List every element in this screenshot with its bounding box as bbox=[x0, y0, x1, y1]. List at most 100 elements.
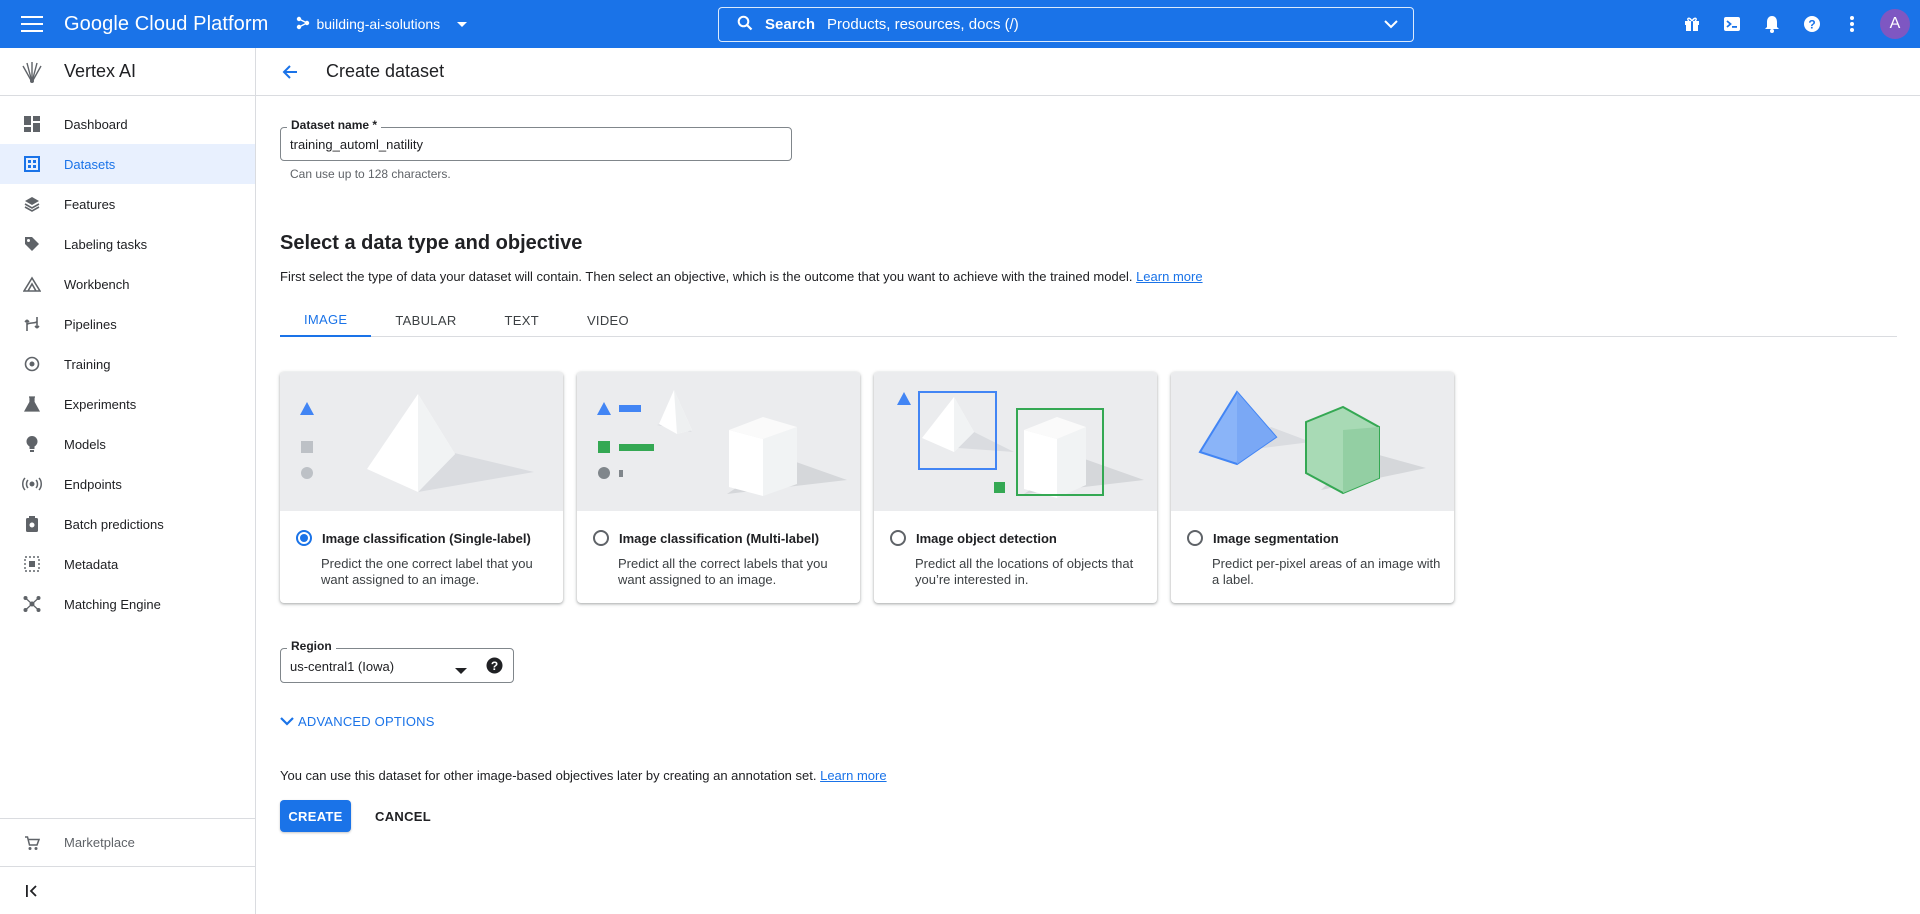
sidebar-item-features[interactable]: Features bbox=[0, 184, 255, 224]
sidebar-item-marketplace[interactable]: Marketplace bbox=[0, 818, 255, 866]
section-title: Select a data type and objective bbox=[280, 232, 583, 254]
tab-text[interactable]: TEXT bbox=[481, 303, 563, 337]
region-select[interactable]: Region us-central1 (Iowa) ? bbox=[280, 639, 514, 683]
sidebar-item-label: Workbench bbox=[64, 276, 130, 292]
radio-segmentation[interactable] bbox=[1187, 530, 1203, 546]
radio-multi-label[interactable] bbox=[593, 530, 609, 546]
gift-icon[interactable] bbox=[1672, 4, 1712, 44]
page-title: Create dataset bbox=[326, 61, 445, 81]
form-actions: CREATE CANCEL bbox=[280, 800, 443, 832]
section-description-text: First select the type of data your datas… bbox=[280, 269, 1133, 284]
radio-single-label[interactable] bbox=[296, 530, 312, 546]
flask-icon bbox=[0, 396, 64, 412]
back-arrow-icon[interactable] bbox=[262, 64, 318, 80]
sidebar-item-batch-predictions[interactable]: Batch predictions bbox=[0, 504, 255, 544]
sidebar-item-endpoints[interactable]: Endpoints bbox=[0, 464, 255, 504]
matching-engine-icon bbox=[0, 595, 64, 613]
objective-card-object-detection[interactable]: Image object detection Predict all the l… bbox=[874, 372, 1157, 603]
region-value: us-central1 (Iowa) bbox=[290, 659, 395, 674]
sidebar-item-pipelines[interactable]: Pipelines bbox=[0, 304, 255, 344]
objective-card-single-label[interactable]: Image classification (Single-label) Pred… bbox=[280, 372, 563, 603]
tab-image[interactable]: IMAGE bbox=[280, 303, 372, 337]
sidebar-item-label: Batch predictions bbox=[64, 516, 164, 532]
objective-card-segmentation[interactable]: Image segmentation Predict per-pixel are… bbox=[1171, 372, 1454, 603]
sidebar-item-label: Metadata bbox=[64, 556, 119, 572]
workbench-icon bbox=[0, 276, 64, 292]
cloud-shell-icon[interactable] bbox=[1712, 4, 1752, 44]
nav-list: Dashboard Datasets Features Labeling tas… bbox=[0, 96, 255, 624]
cancel-button[interactable]: CANCEL bbox=[363, 800, 443, 832]
collapse-left-icon bbox=[0, 884, 64, 897]
objective-option[interactable]: Image classification (Single-label) bbox=[296, 530, 531, 546]
dataset-name-value: training_automl_natility bbox=[290, 137, 423, 152]
objective-title: Image classification (Multi-label) bbox=[619, 530, 820, 546]
objective-cards: Image classification (Single-label) Pred… bbox=[280, 372, 1454, 603]
tab-video[interactable]: VIDEO bbox=[563, 303, 653, 337]
objective-title: Image segmentation bbox=[1213, 530, 1339, 546]
objective-card-multi-label[interactable]: Image classification (Multi-label) Predi… bbox=[577, 372, 860, 603]
dataset-name-hint: Can use up to 128 characters. bbox=[290, 167, 451, 181]
sidebar-item-label: Features bbox=[64, 196, 116, 212]
search-placeholder: Products, resources, docs (/) bbox=[827, 16, 1019, 33]
endpoints-icon bbox=[0, 477, 64, 491]
project-icon bbox=[296, 16, 310, 33]
sidebar-item-label: Labeling tasks bbox=[64, 236, 148, 252]
search-icon bbox=[737, 15, 753, 34]
annotation-note: You can use this dataset for other image… bbox=[280, 768, 887, 783]
data-type-tabs: IMAGE TABULAR TEXT VIDEO bbox=[280, 303, 1897, 337]
more-vert-icon[interactable] bbox=[1832, 4, 1872, 44]
product-header: Vertex AI bbox=[0, 48, 255, 96]
batch-icon bbox=[0, 515, 64, 533]
account-avatar[interactable]: A bbox=[1880, 9, 1910, 39]
sidebar-item-label: Models bbox=[64, 436, 106, 452]
brand-title[interactable]: Google Cloud Platform bbox=[64, 13, 268, 36]
features-icon bbox=[0, 196, 64, 212]
project-selector[interactable]: building-ai-solutions bbox=[290, 8, 474, 40]
create-button[interactable]: CREATE bbox=[280, 800, 351, 832]
objective-option[interactable]: Image segmentation bbox=[1187, 530, 1339, 546]
help-icon[interactable]: ? bbox=[1792, 4, 1832, 44]
object-detection-illustration bbox=[874, 372, 1157, 511]
collapse-nav-button[interactable] bbox=[0, 866, 255, 914]
sidebar-item-experiments[interactable]: Experiments bbox=[0, 384, 255, 424]
tab-tabular[interactable]: TABULAR bbox=[371, 303, 480, 337]
annotation-note-text: You can use this dataset for other image… bbox=[280, 768, 817, 783]
search-expand-icon[interactable] bbox=[1383, 16, 1399, 35]
sidebar-item-dashboard[interactable]: Dashboard bbox=[0, 104, 255, 144]
advanced-options-toggle[interactable]: ADVANCED OPTIONS bbox=[280, 714, 435, 729]
left-nav: Vertex AI Dashboard Datasets Features La… bbox=[0, 48, 256, 914]
objective-title: Image classification (Single-label) bbox=[322, 530, 531, 546]
dataset-name-field[interactable]: Dataset name * training_automl_natility bbox=[280, 118, 792, 161]
chevron-down-icon bbox=[280, 714, 294, 729]
sidebar-item-matching-engine[interactable]: Matching Engine bbox=[0, 584, 255, 624]
sidebar-item-models[interactable]: Models bbox=[0, 424, 255, 464]
objective-option[interactable]: Image object detection bbox=[890, 530, 1057, 546]
sidebar-item-workbench[interactable]: Workbench bbox=[0, 264, 255, 304]
learn-more-link[interactable]: Learn more bbox=[1136, 269, 1202, 284]
search-label: Search bbox=[765, 16, 816, 33]
search-bar[interactable]: Search Products, resources, docs (/) bbox=[718, 7, 1414, 42]
sidebar-item-training[interactable]: Training bbox=[0, 344, 255, 384]
notifications-icon[interactable] bbox=[1752, 4, 1792, 44]
sidebar-item-metadata[interactable]: Metadata bbox=[0, 544, 255, 584]
product-name: Vertex AI bbox=[64, 61, 137, 81]
sidebar-item-label: Experiments bbox=[64, 396, 137, 412]
svg-text:?: ? bbox=[1808, 18, 1815, 32]
dropdown-arrow-icon bbox=[455, 663, 467, 678]
radio-object-detection[interactable] bbox=[890, 530, 906, 546]
objective-option[interactable]: Image classification (Multi-label) bbox=[593, 530, 819, 546]
lightbulb-icon bbox=[0, 435, 64, 453]
label-tag-icon bbox=[0, 236, 64, 252]
page-header: Create dataset bbox=[256, 48, 1920, 96]
region-help-icon[interactable]: ? bbox=[486, 657, 503, 677]
learn-more-link[interactable]: Learn more bbox=[820, 768, 886, 783]
single-label-illustration bbox=[280, 372, 563, 511]
dashboard-icon bbox=[0, 116, 64, 132]
cart-icon bbox=[0, 835, 64, 851]
pipelines-icon bbox=[0, 316, 64, 332]
main-menu-icon[interactable] bbox=[0, 0, 64, 48]
sidebar-item-labeling-tasks[interactable]: Labeling tasks bbox=[0, 224, 255, 264]
sidebar-item-datasets[interactable]: Datasets bbox=[0, 144, 255, 184]
objective-description: Predict the one correct label that you w… bbox=[321, 556, 533, 587]
chevron-down-icon bbox=[456, 16, 468, 32]
